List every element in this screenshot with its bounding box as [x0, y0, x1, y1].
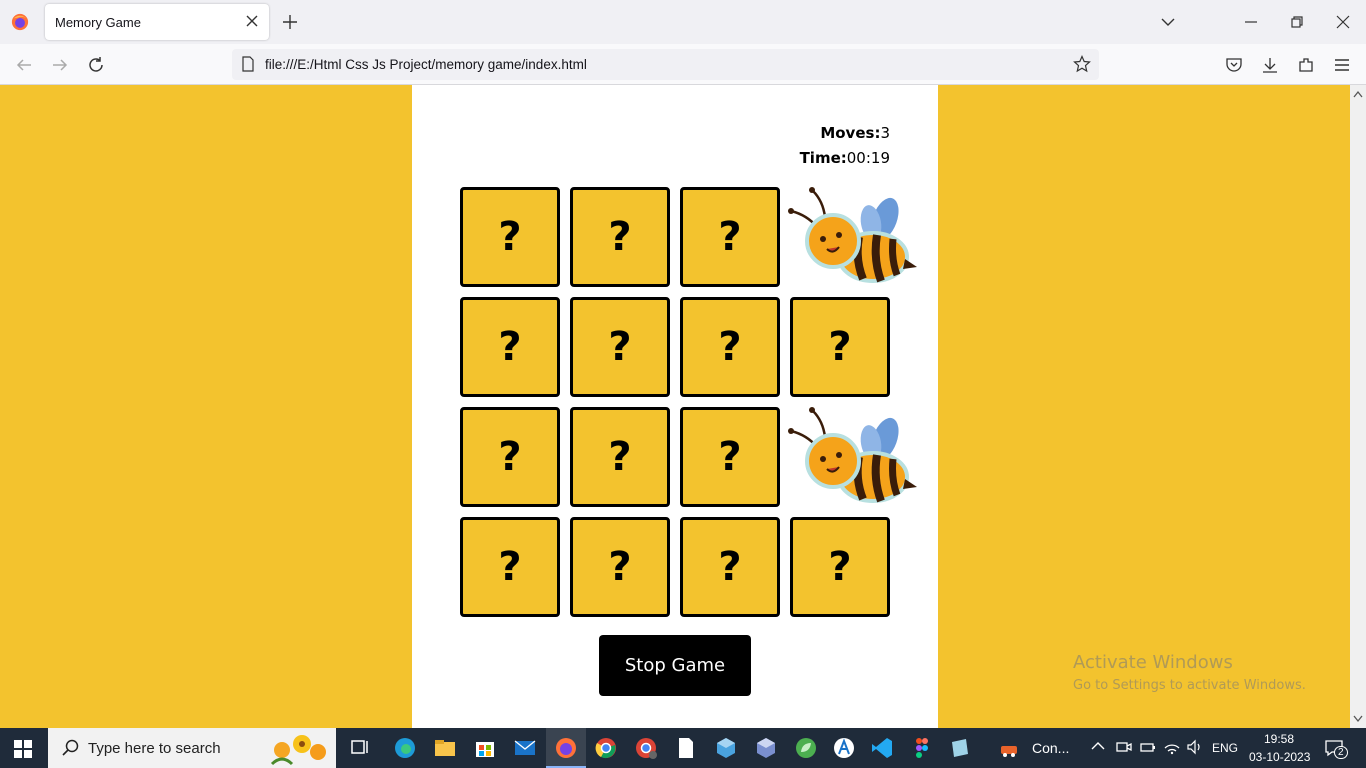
menu-icon[interactable]	[1333, 56, 1351, 74]
battery-icon[interactable]	[1139, 738, 1157, 756]
taskbar-search[interactable]: Type here to search	[48, 728, 336, 768]
edge-icon[interactable]	[393, 736, 417, 760]
timer: Time:00:19	[799, 149, 890, 167]
search-placeholder: Type here to search	[88, 740, 221, 757]
vpn-app-icon[interactable]	[832, 736, 856, 760]
window-close-icon[interactable]	[1335, 14, 1351, 30]
card-hidden[interactable]: ?	[570, 187, 670, 287]
clock-time[interactable]: 19:58	[1264, 732, 1294, 746]
card-hidden[interactable]: ?	[680, 297, 780, 397]
app-cube-2-icon[interactable]	[754, 736, 778, 760]
chevron-down-icon[interactable]	[1160, 14, 1176, 30]
activate-windows-watermark: Activate Windows Go to Settings to activ…	[1073, 652, 1306, 693]
scroll-down-icon[interactable]	[1353, 715, 1363, 723]
card-hidden[interactable]: ?	[460, 407, 560, 507]
card-hidden[interactable]: ?	[460, 187, 560, 287]
restore-icon[interactable]	[1289, 14, 1305, 30]
firefox-taskbar-icon[interactable]	[554, 736, 578, 760]
language-indicator[interactable]: ENG	[1212, 741, 1238, 755]
chrome-icon[interactable]	[594, 736, 618, 760]
wifi-icon[interactable]	[1163, 738, 1181, 756]
clock-date[interactable]: 03-10-2023	[1249, 750, 1310, 764]
bee-icon	[788, 187, 917, 283]
pocket-icon[interactable]	[1225, 56, 1243, 74]
browser-tab[interactable]: Memory Game	[45, 4, 269, 40]
vscode-icon[interactable]	[870, 736, 894, 760]
back-arrow-icon[interactable]	[15, 56, 33, 74]
document-icon[interactable]	[674, 736, 698, 760]
pinned-app-label[interactable]: Con...	[1032, 740, 1069, 756]
close-icon[interactable]	[245, 14, 259, 28]
address-bar[interactable]: file:///E:/Html Css Js Project/memory ga…	[232, 49, 1099, 80]
scroll-up-icon[interactable]	[1353, 90, 1363, 98]
bookmark-star-icon[interactable]	[1073, 55, 1091, 73]
chrome-profile-icon[interactable]	[634, 736, 658, 760]
card-hidden[interactable]: ?	[460, 517, 560, 617]
leaf-app-icon[interactable]	[794, 736, 818, 760]
store-icon[interactable]	[473, 736, 497, 760]
browser-tab-bar: Memory Game	[0, 0, 1366, 44]
meet-now-icon[interactable]	[1115, 738, 1133, 756]
game-panel: Moves:3 Time:00:19 ?????????????? Stop G…	[412, 85, 938, 728]
figma-icon[interactable]	[910, 736, 934, 760]
forward-arrow-icon[interactable]	[51, 56, 69, 74]
app-cube-icon[interactable]	[714, 736, 738, 760]
card-hidden[interactable]: ?	[680, 517, 780, 617]
windows-start-icon[interactable]	[14, 740, 32, 758]
car-app-icon[interactable]	[998, 736, 1022, 760]
moves-counter: Moves:3	[820, 124, 890, 142]
card-hidden[interactable]: ?	[790, 297, 890, 397]
flowers-icon	[270, 735, 326, 766]
download-icon[interactable]	[1261, 56, 1279, 74]
tab-title: Memory Game	[55, 15, 141, 30]
reload-icon[interactable]	[87, 56, 105, 74]
volume-icon[interactable]	[1186, 738, 1204, 756]
card-hidden[interactable]: ?	[570, 297, 670, 397]
file-explorer-icon[interactable]	[433, 736, 457, 760]
bee-icon	[788, 407, 917, 503]
card-hidden[interactable]: ?	[460, 297, 560, 397]
chevron-up-icon[interactable]	[1090, 738, 1106, 754]
card-revealed-bee[interactable]	[788, 187, 917, 287]
card-revealed-bee[interactable]	[788, 407, 917, 507]
page-viewport: Moves:3 Time:00:19 ?????????????? Stop G…	[0, 85, 1350, 728]
card-hidden[interactable]: ?	[570, 517, 670, 617]
notes-app-icon[interactable]	[948, 736, 972, 760]
windows-taskbar: Type here to search Con... ENG 19:58 03-…	[0, 728, 1366, 768]
minimize-icon[interactable]	[1243, 14, 1259, 30]
card-hidden[interactable]: ?	[790, 517, 890, 617]
firefox-icon	[11, 13, 29, 31]
extensions-icon[interactable]	[1297, 56, 1315, 74]
game-stats: Moves:3 Time:00:19	[800, 121, 890, 171]
search-icon	[62, 739, 79, 756]
vertical-scrollbar[interactable]	[1350, 85, 1366, 728]
browser-nav-bar: file:///E:/Html Css Js Project/memory ga…	[0, 44, 1366, 85]
page-icon	[242, 56, 254, 72]
plus-icon[interactable]	[282, 14, 298, 30]
stop-game-button[interactable]: Stop Game	[599, 635, 751, 696]
url-text: file:///E:/Html Css Js Project/memory ga…	[265, 57, 587, 72]
card-hidden[interactable]: ?	[680, 407, 780, 507]
card-hidden[interactable]: ?	[570, 407, 670, 507]
card-grid: ??????????????	[460, 187, 917, 617]
notification-count: 2	[1334, 746, 1348, 759]
card-hidden[interactable]: ?	[680, 187, 780, 287]
mail-icon[interactable]	[513, 736, 537, 760]
task-view-icon[interactable]	[349, 736, 373, 760]
